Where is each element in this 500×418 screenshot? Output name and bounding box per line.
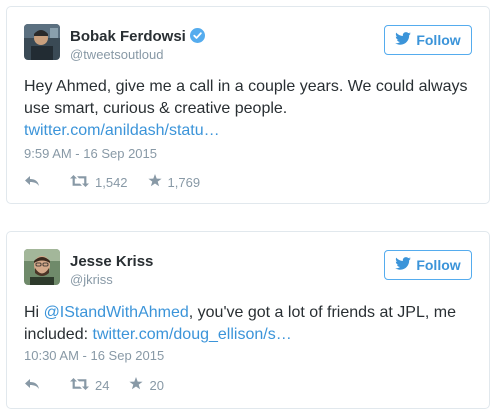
avatar[interactable] [24, 24, 60, 60]
tweet-text-segment: included: [24, 326, 93, 343]
avatar[interactable] [24, 249, 60, 285]
timestamp[interactable]: 9:59 AM - 16 Sep 2015 [24, 146, 157, 161]
timestamp[interactable]: 10:30 AM - 16 Sep 2015 [24, 348, 164, 363]
reply-icon [24, 378, 46, 393]
tweet-text-line: Hey Ahmed, give me a call in a couple ye… [24, 78, 468, 95]
tweet-text: Hey Ahmed, give me a call in a couple ye… [24, 76, 472, 142]
display-name-text[interactable]: Jesse Kriss [70, 253, 153, 270]
mention-link[interactable]: @IStandWithAhmed [44, 304, 189, 321]
favorite-star-icon [129, 377, 149, 393]
favorite-count: 20 [149, 377, 164, 393]
retweet-icon [70, 174, 95, 190]
tweet-text-line: Hi @IStandWithAhmed, you've got a lot of… [24, 302, 472, 324]
retweet-count: 24 [95, 377, 110, 393]
tweet-card: Bobak Ferdowsi @tweetsoutloud Follow Hey… [6, 6, 490, 204]
retweet-count: 1,542 [95, 174, 128, 190]
reply-button[interactable] [24, 378, 46, 393]
tweet-text-line: use smart, curious & creative people. [24, 100, 288, 117]
twitter-bird-icon [395, 257, 416, 273]
tweet-text: Hi @IStandWithAhmed, you've got a lot of… [24, 302, 472, 346]
tweet-link[interactable]: twitter.com/anildash/statu… [24, 122, 220, 139]
twitter-bird-icon [395, 32, 416, 48]
reply-button[interactable] [24, 175, 46, 190]
follow-button-label: Follow [416, 257, 461, 273]
follow-button[interactable]: Follow [384, 25, 472, 55]
display-name-text[interactable]: Bobak Ferdowsi [70, 28, 186, 45]
favorite-button[interactable]: 20 [129, 377, 164, 393]
favorite-star-icon [147, 174, 168, 190]
reply-icon [24, 175, 46, 190]
handle[interactable]: @tweetsoutloud [70, 47, 163, 62]
tweet-text-line: included: twitter.com/doug_ellison/s… [24, 324, 472, 346]
verified-icon [189, 28, 205, 47]
handle[interactable]: @jkriss [70, 272, 113, 287]
display-name[interactable]: Jesse Kriss [70, 253, 153, 270]
retweet-button[interactable]: 24 [70, 377, 110, 393]
retweet-button[interactable]: 1,542 [70, 174, 128, 190]
retweet-icon [70, 377, 95, 393]
tweet-link[interactable]: twitter.com/doug_ellison/s… [93, 326, 292, 343]
follow-button[interactable]: Follow [384, 250, 472, 280]
display-name[interactable]: Bobak Ferdowsi [70, 28, 205, 47]
favorite-count: 1,769 [167, 174, 201, 190]
tweet-actions: 24 20 [24, 377, 184, 393]
tweet-card: Jesse Kriss @jkriss Follow Hi @IStandWit… [6, 231, 490, 409]
tweet-text-segment: Hi [24, 304, 44, 321]
favorite-button[interactable]: 1,769 [147, 174, 201, 190]
follow-button-label: Follow [416, 32, 461, 48]
tweet-text-segment: , you've got a lot of friends at JPL, me [188, 304, 456, 321]
tweet-actions: 1,542 1,769 [24, 174, 220, 190]
